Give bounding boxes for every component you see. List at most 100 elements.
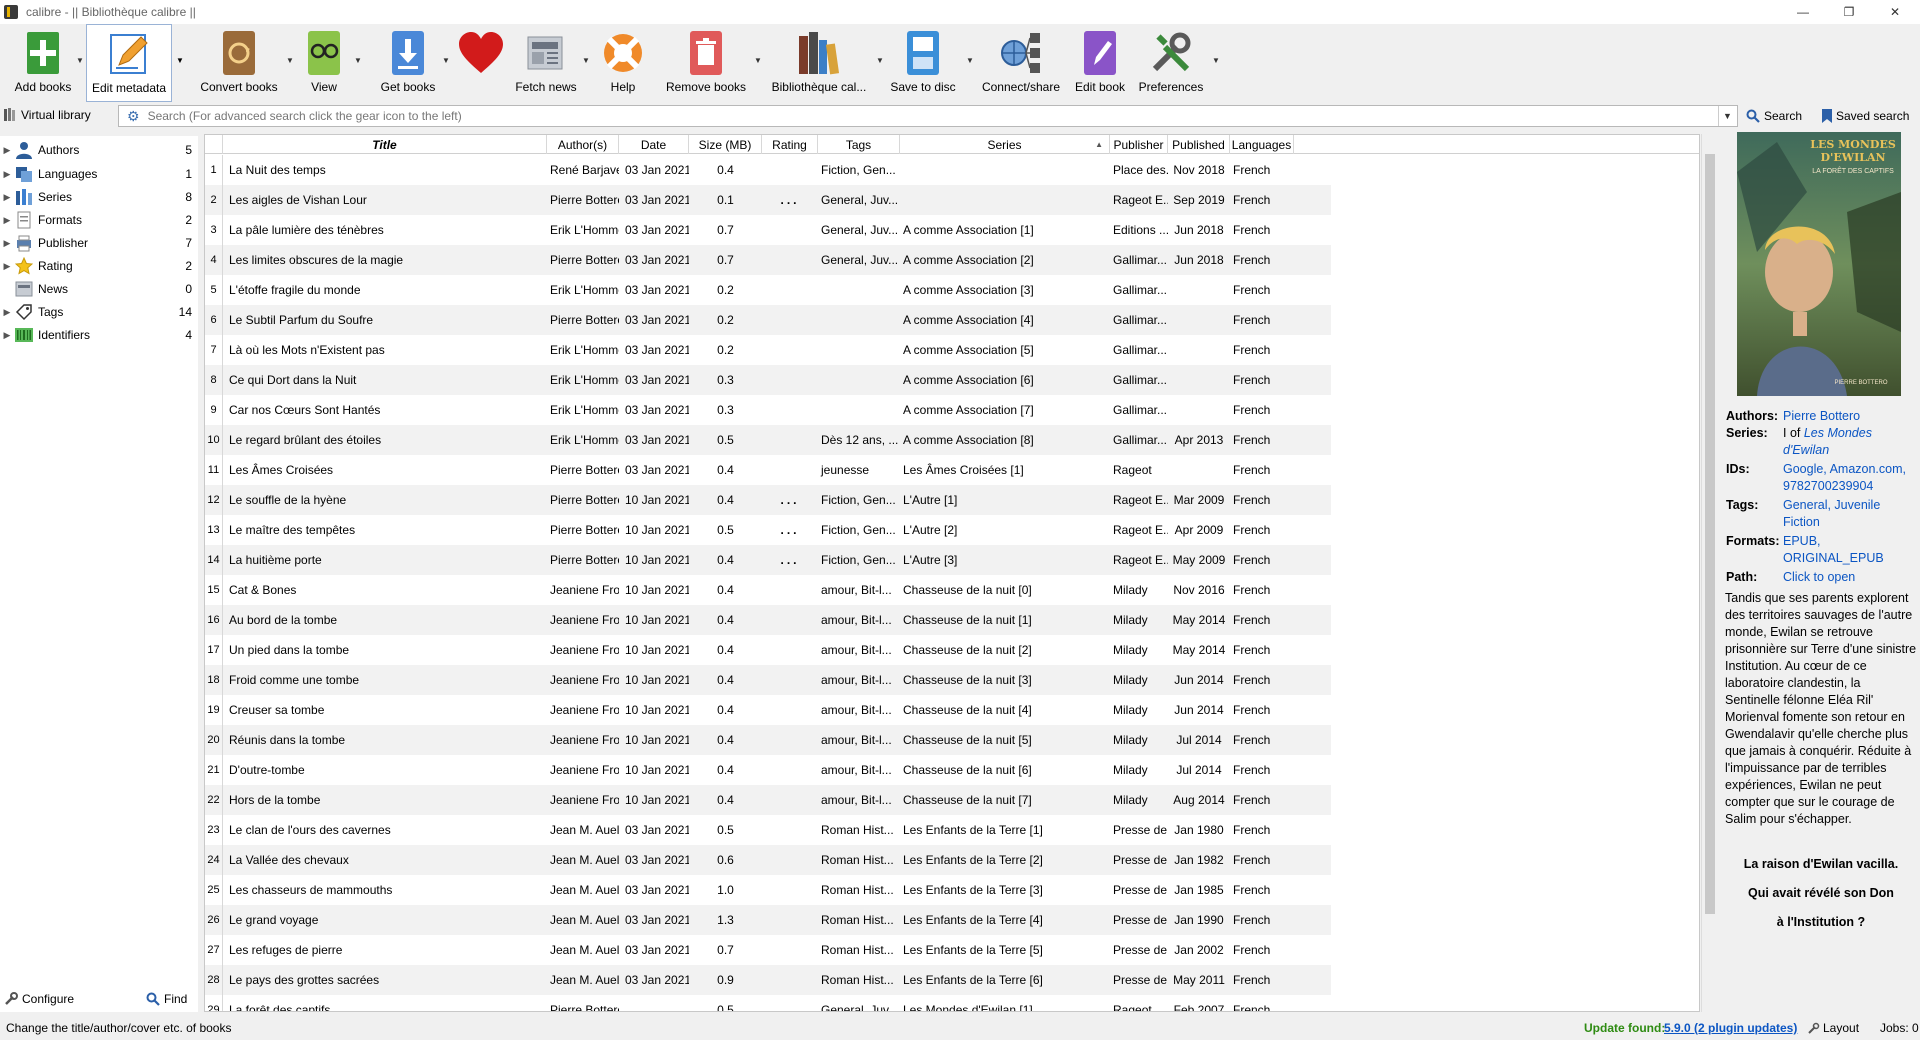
table-row[interactable]: 9 Car nos Cœurs Sont Hantés Erik L'Homme 03… — [205, 395, 1331, 425]
convert-books-menu-arrow[interactable]: ▼ — [286, 56, 294, 65]
column-header-date[interactable]: Date — [619, 135, 689, 154]
save-to-disc-button[interactable]: Save to disc ▼ — [890, 24, 974, 102]
identifiers-links[interactable]: Google, Amazon.com, 9782700239904 — [1783, 461, 1916, 495]
table-row[interactable]: 5 L'étoffe fragile du monde Erik L'Homme 03… — [205, 275, 1331, 305]
table-row[interactable]: 29 La forêt des captifs Pierre Bottero 0.5.… — [205, 995, 1331, 1011]
table-row[interactable]: 6 Le Subtil Parfum du Soufre Pierre Botter… — [205, 305, 1331, 335]
table-row[interactable]: 3 La pâle lumière des ténèbres Erik L'Homm… — [205, 215, 1331, 245]
help-button[interactable]: Help — [598, 24, 648, 102]
table-row[interactable]: 16 Au bord de la tombe Jeaniene Frost 10 Ja… — [205, 605, 1331, 635]
scrollbar-thumb[interactable] — [1705, 154, 1715, 914]
table-row[interactable]: 8 Ce qui Dort dans la Nuit Erik L'Homme 03 … — [205, 365, 1331, 395]
tag-browser-item-languages[interactable]: ▶ Languages 1 — [0, 162, 198, 186]
tag-browser-item-series[interactable]: ▶ Series 8 — [0, 185, 198, 209]
book-cover-image[interactable]: LES MONDES D'EWILAN LA FORÊT DES CAPTIFS… — [1737, 132, 1901, 396]
save-to-disc-menu-arrow[interactable]: ▼ — [966, 56, 974, 65]
tag-browser-item-news[interactable]: News 0 — [0, 277, 198, 301]
column-header-publisher[interactable]: Publisher — [1110, 135, 1168, 154]
expand-arrow-icon[interactable]: ▶ — [0, 330, 14, 341]
close-button[interactable]: ✕ — [1872, 0, 1918, 24]
table-row[interactable]: 18 Froid comme une tombe Jeaniene Frost 10 … — [205, 665, 1331, 695]
column-header-published[interactable]: Published — [1168, 135, 1230, 154]
expand-arrow-icon[interactable]: ▶ — [0, 169, 14, 180]
remove-books-button[interactable]: Remove books ▼ — [664, 24, 762, 102]
view-menu-arrow[interactable]: ▼ — [354, 56, 362, 65]
table-row[interactable]: 27 Les refuges de pierre Jean M. Auel 03 Ja… — [205, 935, 1331, 965]
table-row[interactable]: 7 Là où les Mots n'Existent pas Erik L'Hom… — [205, 335, 1331, 365]
column-header-size[interactable]: Size (MB) — [689, 135, 762, 154]
table-row[interactable]: 10 Le regard brûlant des étoiles Erik L'Ho… — [205, 425, 1331, 455]
tag-browser-item-authors[interactable]: ▶ Authors 5 — [0, 138, 198, 162]
expand-arrow-icon[interactable]: ▶ — [0, 261, 14, 272]
gear-icon[interactable]: ⚙ — [127, 108, 140, 125]
table-row[interactable]: 23 Le clan de l'ours des cavernes Jean M. … — [205, 815, 1331, 845]
jobs-indicator[interactable]: Jobs: 0 — [1880, 1021, 1919, 1035]
expand-arrow-icon[interactable]: ▶ — [0, 192, 14, 203]
table-row[interactable]: 1 La Nuit des temps René Barjavel 03 Jan 20… — [205, 155, 1331, 185]
expand-arrow-icon[interactable]: ▶ — [0, 307, 14, 318]
path-link[interactable]: Click to open — [1783, 569, 1855, 586]
get-books-button[interactable]: Get books ▼ — [378, 24, 450, 102]
remove-books-menu-arrow[interactable]: ▼ — [754, 56, 762, 65]
fetch-news-menu-arrow[interactable]: ▼ — [582, 56, 590, 65]
update-link[interactable]: 5.9.0 (2 plugin updates) — [1664, 1021, 1797, 1035]
table-row[interactable]: 13 Le maître des tempêtes Pierre Bottero 10… — [205, 515, 1331, 545]
edit-metadata-menu-arrow[interactable]: ▼ — [176, 56, 184, 65]
table-row[interactable]: 22 Hors de la tombe Jeaniene Frost 10 Jan 2… — [205, 785, 1331, 815]
minimize-button[interactable]: — — [1780, 0, 1826, 24]
table-row[interactable]: 25 Les chasseurs de mammouths Jean M. Auel… — [205, 875, 1331, 905]
table-row[interactable]: 11 Les Âmes Croisées Pierre Bottero 03 Jan … — [205, 455, 1331, 485]
search-history-dropdown[interactable]: ▼ — [1718, 106, 1736, 126]
column-header-languages[interactable]: Languages — [1230, 135, 1294, 154]
table-row[interactable]: 14 La huitième porte Pierre Bottero 10 Jan … — [205, 545, 1331, 575]
column-header-title[interactable]: Title — [223, 135, 547, 154]
table-row[interactable]: 24 La Vallée des chevaux Jean M. Auel 03 Ja… — [205, 845, 1331, 875]
search-input[interactable]: ⚙ Search (For advanced search click the … — [118, 105, 1738, 127]
table-row[interactable]: 26 Le grand voyage Jean M. Auel 03 Jan 2021… — [205, 905, 1331, 935]
table-row[interactable]: 2 Les aigles de Vishan Lour Pierre Bottero… — [205, 185, 1331, 215]
table-row[interactable]: 20 Réunis dans la tombe Jeaniene Frost 10 J… — [205, 725, 1331, 755]
donate-heart-button[interactable] — [456, 24, 506, 102]
library-menu-arrow[interactable]: ▼ — [876, 56, 884, 65]
fetch-news-button[interactable]: Fetch news ▼ — [514, 24, 590, 102]
column-header-authors[interactable]: Author(s) — [547, 135, 619, 154]
column-header-tags[interactable]: Tags — [818, 135, 900, 154]
edit-metadata-button[interactable]: Edit metadata — [86, 24, 172, 102]
preferences-button[interactable]: Preferences ▼ — [1138, 24, 1220, 102]
search-button[interactable]: Search — [1746, 109, 1802, 123]
edit-book-button[interactable]: Edit book — [1072, 24, 1128, 102]
formats-links[interactable]: EPUB, ORIGINAL_EPUB — [1783, 533, 1916, 567]
tag-browser-item-publisher[interactable]: ▶ Publisher 7 — [0, 231, 198, 255]
tags-links[interactable]: General, Juvenile Fiction — [1783, 497, 1916, 531]
expand-arrow-icon[interactable]: ▶ — [0, 145, 14, 156]
table-row[interactable]: 12 Le souffle de la hyène Pierre Bottero 10… — [205, 485, 1331, 515]
table-row[interactable]: 15 Cat & Bones Jeaniene Frost 10 Jan 2021 0.… — [205, 575, 1331, 605]
add-books-button[interactable]: Add books ▼ — [0, 24, 86, 102]
configure-button[interactable]: Configure — [4, 992, 74, 1006]
library-button[interactable]: Bibliothèque cal... ▼ — [770, 24, 884, 102]
table-row[interactable]: 4 Les limites obscures de la magie Pierre … — [205, 245, 1331, 275]
find-button[interactable]: Find — [146, 992, 187, 1006]
virtual-library-button[interactable]: Virtual library — [4, 108, 91, 122]
saved-search-button[interactable]: Saved search — [1822, 109, 1909, 123]
get-books-menu-arrow[interactable]: ▼ — [442, 56, 450, 65]
tag-browser-item-rating[interactable]: ▶ Rating 2 — [0, 254, 198, 278]
author-link[interactable]: Pierre Bottero — [1783, 408, 1860, 425]
column-header-series[interactable]: Series ▲ — [900, 135, 1110, 154]
table-row[interactable]: 21 D'outre-tombe Jeaniene Frost 10 Jan 2021… — [205, 755, 1331, 785]
expand-arrow-icon[interactable]: ▶ — [0, 238, 14, 249]
tag-browser-item-formats[interactable]: ▶ Formats 2 — [0, 208, 198, 232]
table-row[interactable]: 19 Creuser sa tombe Jeaniene Frost 10 Jan 2… — [205, 695, 1331, 725]
connect-share-button[interactable]: Connect/share — [980, 24, 1062, 102]
layout-button[interactable]: Layout — [1808, 1021, 1859, 1035]
tag-browser-item-tags[interactable]: ▶ Tags 14 — [0, 300, 198, 324]
expand-arrow-icon[interactable]: ▶ — [0, 215, 14, 226]
tag-browser-item-identifiers[interactable]: ▶ Identifiers 4 — [0, 323, 198, 347]
table-vertical-scrollbar[interactable] — [1701, 134, 1717, 1012]
preferences-menu-arrow[interactable]: ▼ — [1212, 56, 1220, 65]
add-books-menu-arrow[interactable]: ▼ — [76, 56, 84, 65]
table-row[interactable]: 17 Un pied dans la tombe Jeaniene Frost 10 … — [205, 635, 1331, 665]
column-header-rating[interactable]: Rating — [762, 135, 818, 154]
view-button[interactable]: View ▼ — [298, 24, 362, 102]
maximize-button[interactable]: ❐ — [1826, 0, 1872, 24]
